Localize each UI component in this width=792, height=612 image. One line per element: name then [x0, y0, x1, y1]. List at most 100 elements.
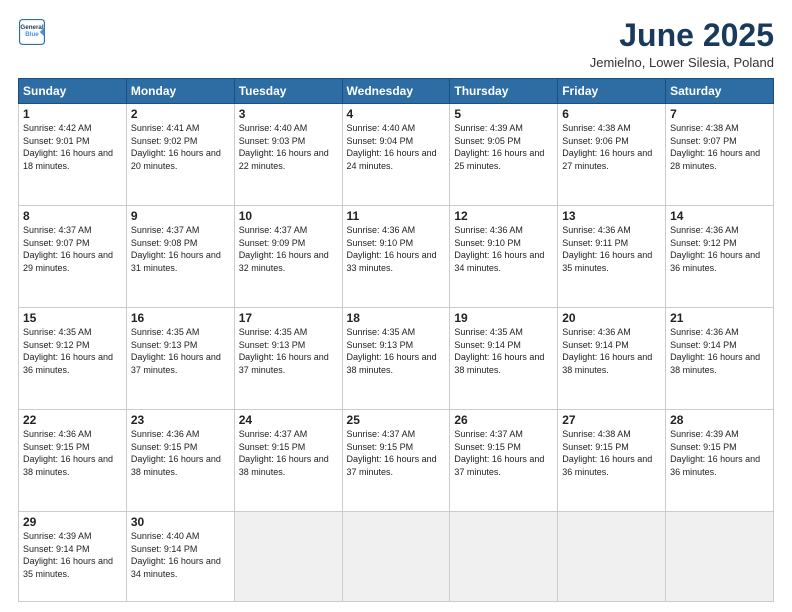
table-row: 17Sunrise: 4:35 AMSunset: 9:13 PMDayligh…: [234, 308, 342, 410]
day-number: 30: [131, 515, 230, 529]
cell-info: Sunrise: 4:39 AMSunset: 9:15 PMDaylight:…: [670, 428, 769, 478]
cell-info: Sunrise: 4:37 AMSunset: 9:09 PMDaylight:…: [239, 224, 338, 274]
svg-text:Blue: Blue: [25, 31, 39, 38]
subtitle: Jemielno, Lower Silesia, Poland: [590, 55, 774, 70]
day-number: 5: [454, 107, 553, 121]
cell-info: Sunrise: 4:35 AMSunset: 9:13 PMDaylight:…: [239, 326, 338, 376]
cell-info: Sunrise: 4:35 AMSunset: 9:13 PMDaylight:…: [131, 326, 230, 376]
day-number: 24: [239, 413, 338, 427]
day-number: 11: [347, 209, 446, 223]
table-row: 5Sunrise: 4:39 AMSunset: 9:05 PMDaylight…: [450, 104, 558, 206]
cell-info: Sunrise: 4:37 AMSunset: 9:15 PMDaylight:…: [239, 428, 338, 478]
cell-info: Sunrise: 4:38 AMSunset: 9:07 PMDaylight:…: [670, 122, 769, 172]
logo-icon: General Blue: [18, 18, 46, 46]
cell-info: Sunrise: 4:35 AMSunset: 9:13 PMDaylight:…: [347, 326, 446, 376]
day-number: 2: [131, 107, 230, 121]
day-number: 23: [131, 413, 230, 427]
main-title: June 2025: [590, 18, 774, 53]
table-row: 24Sunrise: 4:37 AMSunset: 9:15 PMDayligh…: [234, 410, 342, 512]
col-thursday: Thursday: [450, 79, 558, 104]
cell-info: Sunrise: 4:36 AMSunset: 9:10 PMDaylight:…: [347, 224, 446, 274]
col-saturday: Saturday: [666, 79, 774, 104]
table-row: 2Sunrise: 4:41 AMSunset: 9:02 PMDaylight…: [126, 104, 234, 206]
cell-info: Sunrise: 4:40 AMSunset: 9:03 PMDaylight:…: [239, 122, 338, 172]
day-number: 18: [347, 311, 446, 325]
day-number: 19: [454, 311, 553, 325]
table-row: 9Sunrise: 4:37 AMSunset: 9:08 PMDaylight…: [126, 206, 234, 308]
day-number: 15: [23, 311, 122, 325]
table-row: 4Sunrise: 4:40 AMSunset: 9:04 PMDaylight…: [342, 104, 450, 206]
table-row: [450, 512, 558, 602]
calendar-table: Sunday Monday Tuesday Wednesday Thursday…: [18, 78, 774, 602]
col-sunday: Sunday: [19, 79, 127, 104]
table-row: 19Sunrise: 4:35 AMSunset: 9:14 PMDayligh…: [450, 308, 558, 410]
day-number: 4: [347, 107, 446, 121]
col-wednesday: Wednesday: [342, 79, 450, 104]
cell-info: Sunrise: 4:38 AMSunset: 9:15 PMDaylight:…: [562, 428, 661, 478]
table-row: 26Sunrise: 4:37 AMSunset: 9:15 PMDayligh…: [450, 410, 558, 512]
table-row: 16Sunrise: 4:35 AMSunset: 9:13 PMDayligh…: [126, 308, 234, 410]
cell-info: Sunrise: 4:40 AMSunset: 9:14 PMDaylight:…: [131, 530, 230, 580]
table-row: 21Sunrise: 4:36 AMSunset: 9:14 PMDayligh…: [666, 308, 774, 410]
cell-info: Sunrise: 4:36 AMSunset: 9:14 PMDaylight:…: [670, 326, 769, 376]
header: General Blue June 2025 Jemielno, Lower S…: [18, 18, 774, 70]
table-row: 8Sunrise: 4:37 AMSunset: 9:07 PMDaylight…: [19, 206, 127, 308]
table-row: 18Sunrise: 4:35 AMSunset: 9:13 PMDayligh…: [342, 308, 450, 410]
calendar-header-row: Sunday Monday Tuesday Wednesday Thursday…: [19, 79, 774, 104]
table-row: 11Sunrise: 4:36 AMSunset: 9:10 PMDayligh…: [342, 206, 450, 308]
day-number: 7: [670, 107, 769, 121]
calendar-week-4: 22Sunrise: 4:36 AMSunset: 9:15 PMDayligh…: [19, 410, 774, 512]
cell-info: Sunrise: 4:37 AMSunset: 9:08 PMDaylight:…: [131, 224, 230, 274]
svg-text:General: General: [20, 24, 43, 31]
table-row: 7Sunrise: 4:38 AMSunset: 9:07 PMDaylight…: [666, 104, 774, 206]
table-row: [234, 512, 342, 602]
title-block: June 2025 Jemielno, Lower Silesia, Polan…: [590, 18, 774, 70]
day-number: 9: [131, 209, 230, 223]
day-number: 6: [562, 107, 661, 121]
cell-info: Sunrise: 4:36 AMSunset: 9:15 PMDaylight:…: [131, 428, 230, 478]
day-number: 29: [23, 515, 122, 529]
table-row: 22Sunrise: 4:36 AMSunset: 9:15 PMDayligh…: [19, 410, 127, 512]
table-row: 27Sunrise: 4:38 AMSunset: 9:15 PMDayligh…: [558, 410, 666, 512]
table-row: 25Sunrise: 4:37 AMSunset: 9:15 PMDayligh…: [342, 410, 450, 512]
table-row: 15Sunrise: 4:35 AMSunset: 9:12 PMDayligh…: [19, 308, 127, 410]
cell-info: Sunrise: 4:42 AMSunset: 9:01 PMDaylight:…: [23, 122, 122, 172]
day-number: 8: [23, 209, 122, 223]
calendar-week-3: 15Sunrise: 4:35 AMSunset: 9:12 PMDayligh…: [19, 308, 774, 410]
cell-info: Sunrise: 4:35 AMSunset: 9:14 PMDaylight:…: [454, 326, 553, 376]
day-number: 12: [454, 209, 553, 223]
day-number: 17: [239, 311, 338, 325]
table-row: 14Sunrise: 4:36 AMSunset: 9:12 PMDayligh…: [666, 206, 774, 308]
calendar-week-1: 1Sunrise: 4:42 AMSunset: 9:01 PMDaylight…: [19, 104, 774, 206]
table-row: 6Sunrise: 4:38 AMSunset: 9:06 PMDaylight…: [558, 104, 666, 206]
table-row: 1Sunrise: 4:42 AMSunset: 9:01 PMDaylight…: [19, 104, 127, 206]
cell-info: Sunrise: 4:37 AMSunset: 9:15 PMDaylight:…: [347, 428, 446, 478]
cell-info: Sunrise: 4:36 AMSunset: 9:11 PMDaylight:…: [562, 224, 661, 274]
cell-info: Sunrise: 4:36 AMSunset: 9:14 PMDaylight:…: [562, 326, 661, 376]
calendar-week-2: 8Sunrise: 4:37 AMSunset: 9:07 PMDaylight…: [19, 206, 774, 308]
table-row: 20Sunrise: 4:36 AMSunset: 9:14 PMDayligh…: [558, 308, 666, 410]
day-number: 28: [670, 413, 769, 427]
day-number: 10: [239, 209, 338, 223]
page: General Blue June 2025 Jemielno, Lower S…: [0, 0, 792, 612]
day-number: 3: [239, 107, 338, 121]
col-monday: Monday: [126, 79, 234, 104]
cell-info: Sunrise: 4:37 AMSunset: 9:15 PMDaylight:…: [454, 428, 553, 478]
table-row: [666, 512, 774, 602]
table-row: 3Sunrise: 4:40 AMSunset: 9:03 PMDaylight…: [234, 104, 342, 206]
table-row: 29Sunrise: 4:39 AMSunset: 9:14 PMDayligh…: [19, 512, 127, 602]
cell-info: Sunrise: 4:36 AMSunset: 9:10 PMDaylight:…: [454, 224, 553, 274]
day-number: 20: [562, 311, 661, 325]
day-number: 14: [670, 209, 769, 223]
day-number: 21: [670, 311, 769, 325]
col-tuesday: Tuesday: [234, 79, 342, 104]
table-row: [558, 512, 666, 602]
table-row: 12Sunrise: 4:36 AMSunset: 9:10 PMDayligh…: [450, 206, 558, 308]
day-number: 13: [562, 209, 661, 223]
cell-info: Sunrise: 4:40 AMSunset: 9:04 PMDaylight:…: [347, 122, 446, 172]
calendar-week-5: 29Sunrise: 4:39 AMSunset: 9:14 PMDayligh…: [19, 512, 774, 602]
col-friday: Friday: [558, 79, 666, 104]
table-row: 10Sunrise: 4:37 AMSunset: 9:09 PMDayligh…: [234, 206, 342, 308]
logo: General Blue: [18, 18, 46, 46]
day-number: 16: [131, 311, 230, 325]
